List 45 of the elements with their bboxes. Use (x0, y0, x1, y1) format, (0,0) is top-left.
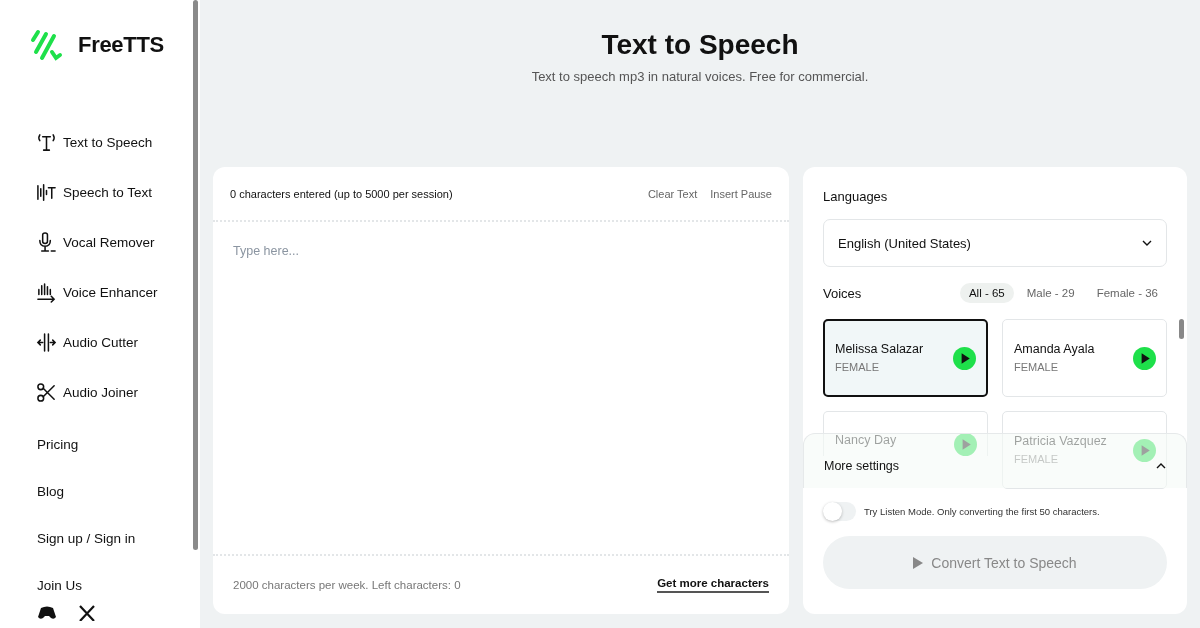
scissors-icon (36, 381, 57, 403)
split-arrows-icon (36, 331, 57, 353)
voice-card[interactable]: Amanda Ayala FEMALE (1002, 319, 1167, 397)
play-button[interactable] (953, 347, 976, 370)
sidebar-item[interactable]: Voice Enhancer (0, 267, 200, 317)
text-editor[interactable]: 0 characters entered (up to 5000 per session) Clear Text Insert Pause Type here... 2000 characters per week. Left characters: 0 Get more characters (213, 167, 789, 614)
sidebar-item[interactable]: Audio Joiner (0, 367, 200, 417)
sidebar-item[interactable]: Speech to Text (0, 167, 200, 217)
waveform-arrow-icon (36, 281, 57, 303)
text-icon (36, 131, 57, 153)
sidebar-item[interactable]: Vocal Remover (0, 217, 200, 267)
page-subtitle: Text to speech mp3 in natural voices. Free for commercial. (530, 69, 870, 84)
chevron-icon (1142, 239, 1152, 247)
voice-filter-tab[interactable]: Female - 36 (1087, 283, 1167, 303)
voice-card[interactable]: Melissa Salazar FEMALE (823, 319, 988, 397)
character-counter: 0 characters entered (up to 5000 per session) (230, 187, 454, 200)
editor-action[interactable]: Insert Pause (710, 187, 772, 200)
controller-icon[interactable] (37, 605, 57, 621)
listen-mode-label: Try Listen Mode. Only converting the first 50 characters. (864, 505, 1100, 517)
languages-label: Languages (823, 189, 889, 204)
listen-mode-toggle[interactable] (823, 501, 856, 521)
page-title: Text to Speech (600, 28, 800, 62)
play-button[interactable] (1133, 347, 1156, 370)
sidebar-link[interactable]: Blog (0, 468, 200, 515)
logo-text: FreeTTS (78, 32, 164, 58)
caret-icon (1156, 462, 1166, 470)
scrollbar[interactable] (1179, 319, 1184, 339)
sidebar-item[interactable]: Text to Speech (0, 117, 200, 167)
sidebar-link[interactable]: Pricing (0, 421, 200, 468)
cross-icon[interactable] (77, 605, 97, 621)
voice-filter-tab[interactable]: Male - 29 (1017, 283, 1084, 303)
quota-text: 2000 characters per week. Left characters: 0 (233, 579, 462, 591)
waveform-text-icon (36, 181, 57, 203)
sidebar-link[interactable]: Join Us (0, 562, 200, 609)
more-characters-link[interactable]: Get more characters (657, 577, 769, 593)
sidebar-item[interactable]: Audio Cutter (0, 317, 200, 367)
sidebar-link[interactable]: Sign up / Sign in (0, 515, 200, 562)
microphone-icon (36, 231, 57, 253)
more-settings-toggle[interactable]: More settings (824, 459, 900, 473)
language-select[interactable]: English (United States) (823, 219, 1167, 267)
voices-label: Voices (823, 285, 863, 301)
scrollbar[interactable] (193, 0, 198, 550)
play-icon (913, 556, 924, 569)
voice-filter-tab[interactable]: All - 65 (959, 283, 1014, 303)
editor-action[interactable]: Clear Text (647, 187, 698, 200)
